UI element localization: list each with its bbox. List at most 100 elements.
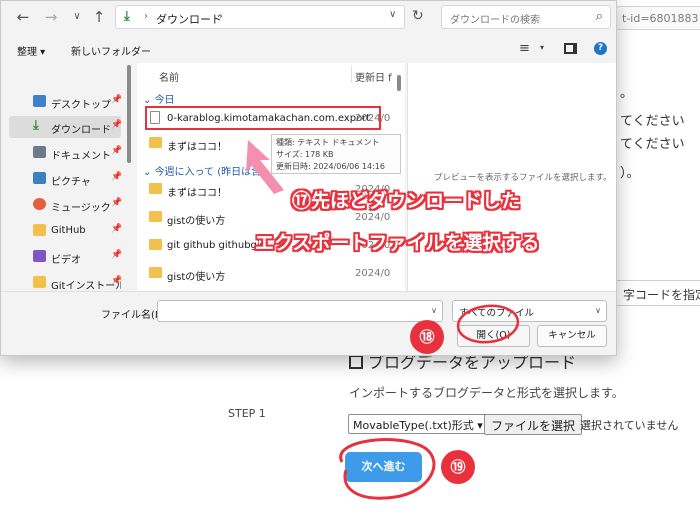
- sidebar-item-label: ドキュメント: [51, 151, 111, 162]
- sidebar-item-label: ダウンロード: [51, 125, 111, 136]
- dialog-footer: ファイル名(N): ∨ すべてのファイル ∨ 開く(O) キャンセル: [1, 291, 616, 355]
- sidebar-item-videos[interactable]: ビデオ 📌: [9, 246, 121, 268]
- new-folder-button[interactable]: 新しいフォルダー: [71, 43, 151, 58]
- command-bar: 整理 ▾ 新しいフォルダー ≡ ▾ ?: [1, 35, 616, 63]
- step-label: STEP 1: [228, 407, 266, 420]
- organize-menu[interactable]: 整理 ▾: [17, 43, 45, 58]
- list-item[interactable]: gistの使い方 2024/0: [143, 263, 393, 285]
- pin-icon: 📌: [111, 95, 121, 105]
- refresh-icon[interactable]: ↻: [412, 8, 424, 24]
- encoding-select[interactable]: 字コードを指定: [612, 280, 700, 306]
- page-text-line: てください: [620, 114, 685, 129]
- sidebar-scrollbar[interactable]: [127, 65, 131, 163]
- folder-icon: [149, 183, 162, 194]
- cancel-button[interactable]: キャンセル: [537, 325, 607, 347]
- sidebar-item-label: ビデオ: [51, 255, 81, 266]
- upload-description: インポートするブログデータと形式を選択します。: [349, 386, 624, 400]
- url-fragment: t-id=6801883189: [615, 6, 700, 30]
- music-icon: [33, 198, 46, 210]
- video-icon: [33, 250, 46, 262]
- file-status-text: 選択されていません: [580, 419, 679, 432]
- preview-pane: プレビューを表示するファイルを選択します。: [407, 63, 616, 291]
- file-name: gistの使い方: [167, 272, 226, 283]
- pin-icon: 📌: [111, 120, 121, 130]
- column-divider[interactable]: [351, 65, 352, 83]
- tooltip-type: 種類: テキスト ドキュメント: [276, 138, 380, 147]
- open-button[interactable]: 開く(O): [457, 325, 530, 347]
- pin-icon: 📌: [111, 250, 121, 260]
- pin-icon: 📌: [111, 224, 121, 234]
- annotation-step19-badge: ⑲: [441, 450, 475, 484]
- upload-icon: [349, 355, 363, 369]
- sidebar-item-label: GitHub: [51, 225, 86, 236]
- file-date: 2024/0: [355, 212, 391, 223]
- sidebar-item-label: ピクチャ: [51, 177, 91, 188]
- help-icon[interactable]: ?: [594, 42, 607, 55]
- chevron-down-icon[interactable]: ∨: [431, 306, 437, 315]
- document-icon: [33, 146, 46, 158]
- file-date: 2024/0: [355, 268, 391, 279]
- search-box[interactable]: ダウンロードの検索 ⌕: [441, 5, 611, 29]
- page-text-line: ）。: [620, 166, 640, 181]
- back-arrow-icon[interactable]: ←: [13, 7, 33, 27]
- choose-file-button[interactable]: ファイルを選択: [484, 414, 583, 435]
- up-arrow-icon[interactable]: ↑: [89, 7, 109, 27]
- annotation-step17-line2: エクスポートファイルを選択する: [255, 232, 540, 254]
- sidebar-item-documents[interactable]: ドキュメント📌: [9, 142, 121, 164]
- tooltip-size: サイズ: 178 KB: [276, 150, 334, 159]
- file-name: gistの使い方: [167, 216, 226, 227]
- file-open-dialog: ← → ∨ ↑ ⤓ › ダウンロード › ∨ ↻ ダウンロードの検索 ⌕ 整理 …: [0, 0, 617, 356]
- sidebar-item-github[interactable]: GitHub 📌: [9, 220, 121, 242]
- picture-icon: [33, 172, 46, 184]
- folder-icon: [33, 224, 46, 236]
- folder-icon: [33, 276, 46, 288]
- download-icon: ⤓: [124, 9, 130, 24]
- file-list: 名前 更新日 f ⌄ 今日 0-karablog.kimotamakachan.…: [137, 63, 405, 291]
- folder-icon: [149, 267, 162, 278]
- sidebar-item-label: ミュージック: [51, 203, 111, 214]
- filetype-value: すべてのファイル: [459, 308, 534, 319]
- file-name: git github githubgist: [167, 240, 269, 251]
- group-header-today[interactable]: ⌄ 今日: [143, 91, 175, 106]
- chevron-down-icon[interactable]: ▾: [540, 43, 544, 52]
- file-list-scrollbar[interactable]: [397, 75, 401, 91]
- download-icon: ⤓: [33, 118, 39, 133]
- group-header-this-week[interactable]: ⌄ 今週に入って (昨日は含: [143, 163, 261, 178]
- sidebar-item-pictures[interactable]: ピクチャ 📌: [9, 168, 121, 190]
- folder-icon: [149, 239, 162, 250]
- filetype-select[interactable]: すべてのファイル ∨: [452, 300, 607, 322]
- breadcrumb-folder[interactable]: ダウンロード: [156, 11, 222, 27]
- chevron-down-icon[interactable]: ∨: [67, 7, 87, 27]
- folder-icon: [149, 137, 162, 148]
- filename-input[interactable]: ∨: [157, 300, 443, 322]
- highlight-box: [145, 106, 381, 130]
- annotation-step18-badge: ⑱: [410, 320, 444, 354]
- breadcrumb-separator: ›: [144, 11, 148, 22]
- sidebar-item-desktop[interactable]: デスクトップ📌: [9, 91, 121, 113]
- dialog-toolbar: ← → ∨ ↑ ⤓ › ダウンロード › ∨ ↻ ダウンロードの検索 ⌕: [1, 1, 616, 35]
- breadcrumb-separator: ›: [219, 11, 223, 22]
- sidebar-item-music[interactable]: ミュージック📌: [9, 194, 121, 216]
- group-label: 今日: [154, 95, 175, 106]
- preview-pane-icon[interactable]: [564, 43, 577, 54]
- address-dropdown-icon[interactable]: ∨: [389, 9, 396, 20]
- search-icon: ⌕: [595, 9, 603, 24]
- column-header-name[interactable]: 名前: [159, 69, 179, 84]
- file-name: まずはココ！: [167, 188, 227, 199]
- desktop-icon: [33, 95, 46, 107]
- forward-arrow-icon[interactable]: →: [41, 7, 61, 27]
- view-list-icon[interactable]: ≡: [519, 41, 530, 56]
- pin-icon: 📌: [111, 146, 121, 156]
- folder-icon: [149, 211, 162, 222]
- page-text-line: 。: [620, 86, 634, 101]
- column-header-date[interactable]: 更新日 f: [355, 69, 392, 84]
- address-bar[interactable]: ⤓ › ダウンロード ›: [115, 5, 405, 29]
- sidebar-item-downloads[interactable]: ⤓ ダウンロード📌: [9, 116, 121, 138]
- navigation-pane: デスクトップ📌 ⤓ダウンロード📌 ドキュメント📌 ピクチャ📌 ミュージック📌 G…: [5, 63, 133, 292]
- file-name: まずはココ！: [167, 142, 227, 153]
- file-info-tooltip: 種類: テキスト ドキュメント サイズ: 178 KB 更新日時: 2024/0…: [271, 134, 401, 174]
- next-button[interactable]: 次へ進む: [345, 452, 422, 482]
- format-select[interactable]: MovableType(.txt)形式 ▾: [348, 414, 488, 434]
- search-placeholder: ダウンロードの検索: [450, 15, 540, 26]
- chevron-down-icon: ∨: [595, 306, 601, 315]
